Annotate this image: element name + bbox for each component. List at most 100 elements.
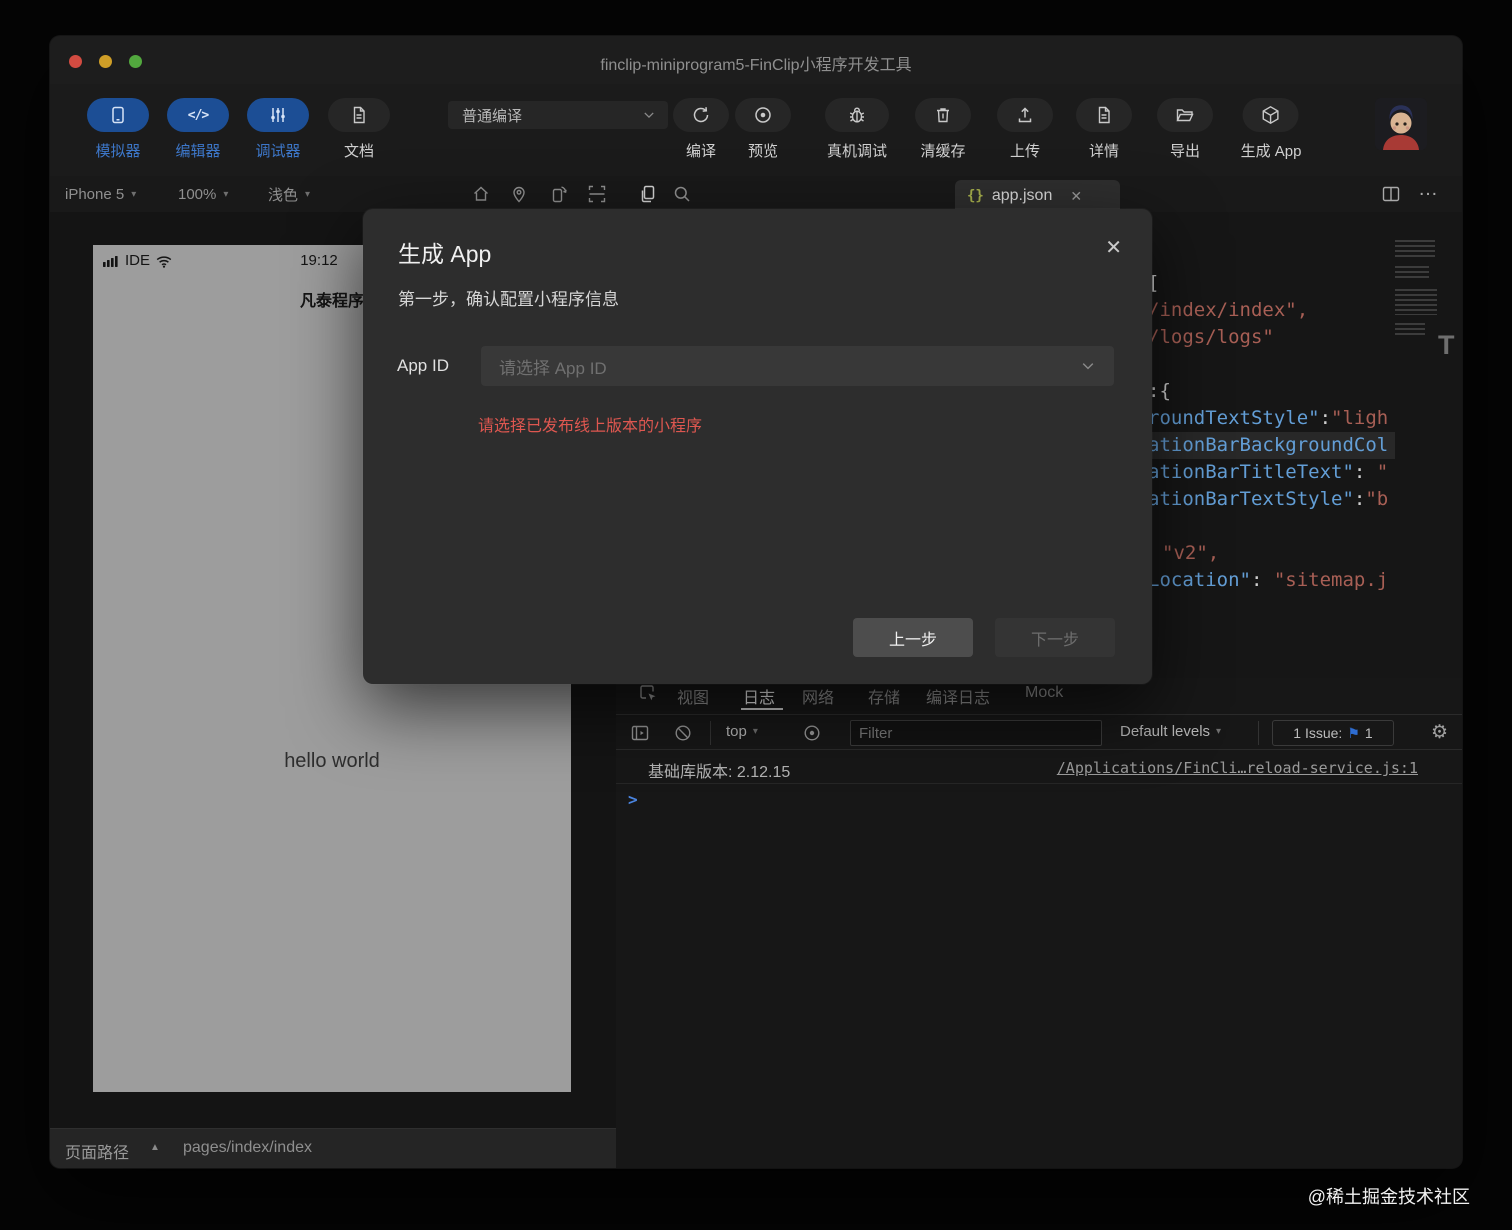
gear-icon[interactable]: ⚙	[1431, 721, 1448, 744]
remote-debug-button[interactable]: 真机调试	[825, 98, 889, 161]
export-button[interactable]: 导出	[1157, 98, 1213, 161]
theme-value: 浅色	[268, 184, 298, 205]
code-text: ationBarBackgroundCol	[1148, 434, 1388, 456]
code-text: ationBarTitleText"	[1148, 461, 1354, 483]
console-tab-network[interactable]: 网络	[802, 684, 834, 708]
preview-button[interactable]: 预览	[735, 98, 791, 161]
caret-down-icon: ▾	[753, 726, 758, 737]
build-app-button[interactable]: 生成 App	[1241, 98, 1302, 161]
caret-up-icon[interactable]: ▲	[150, 1142, 160, 1153]
console-panel: 视图 日志 网络 存储 编译日志 Mock top ▾	[616, 678, 1462, 1168]
copy-pages-icon[interactable]	[638, 184, 658, 204]
log-message: 基础库版本: 2.12.15	[648, 758, 790, 782]
inspect-element-icon[interactable]	[638, 683, 658, 703]
divider	[710, 721, 711, 745]
user-avatar[interactable]	[1375, 98, 1427, 150]
code-text: :	[1251, 569, 1274, 591]
console-tab-log[interactable]: 日志	[743, 684, 775, 708]
details-button[interactable]: 详情	[1076, 98, 1132, 161]
context-value: top	[726, 723, 747, 740]
modal-title: 生成 App	[398, 235, 491, 269]
export-label: 导出	[1170, 140, 1200, 161]
screen: finclip-miniprogram5-FinClip小程序开发工具 模拟器 …	[0, 0, 1512, 1230]
issue-count: 1	[1365, 725, 1373, 741]
console-tab-storage[interactable]: 存储	[868, 684, 900, 708]
debugger-label: 调试器	[255, 140, 300, 161]
clear-cache-button[interactable]: 清缓存	[915, 98, 971, 161]
debugger-button[interactable]: 调试器	[247, 98, 309, 161]
page-path-value: pages/index/index	[183, 1139, 312, 1157]
home-icon[interactable]	[471, 184, 491, 204]
clear-console-icon[interactable]	[673, 723, 693, 743]
console-prompt-chevron[interactable]: >	[628, 790, 638, 809]
code-line: ationBarTextStyle":"b	[1148, 486, 1388, 513]
upload-icon	[1015, 105, 1035, 125]
log-levels-select[interactable]: Default levels ▾	[1120, 723, 1221, 740]
page-path-bar: 页面路径 ▲ pages/index/index	[50, 1128, 616, 1168]
more-icon[interactable]: …	[1418, 178, 1438, 198]
zoom-select[interactable]: 100% ▾	[178, 176, 228, 212]
eye-icon[interactable]	[802, 723, 822, 743]
minimap[interactable]	[1395, 240, 1439, 335]
minimap-overlay-char: T	[1438, 330, 1455, 361]
tab-close-icon[interactable]: ✕	[1070, 188, 1082, 205]
simulator-label: 模拟器	[95, 140, 140, 161]
remote-debug-label: 真机调试	[827, 140, 887, 161]
upload-label: 上传	[1010, 140, 1040, 161]
panel-toggle-icon[interactable]	[630, 723, 650, 743]
context-select[interactable]: top ▾	[726, 723, 758, 740]
scan-frame-icon[interactable]	[587, 184, 607, 204]
issue-label: 1 Issue:	[1293, 725, 1342, 741]
split-view-icon[interactable]	[1381, 184, 1401, 204]
active-tab-underline	[741, 708, 783, 710]
refresh-icon	[691, 105, 711, 125]
docs-button[interactable]: 文档	[328, 98, 390, 161]
next-step-button[interactable]: 下一步	[995, 618, 1115, 657]
theme-select[interactable]: 浅色 ▾	[268, 176, 310, 212]
code-text: :	[1320, 407, 1331, 429]
generate-app-modal: 生成 App ✕ 第一步，确认配置小程序信息 App ID 请选择 App ID…	[363, 209, 1152, 684]
search-icon[interactable]	[672, 184, 692, 204]
code-text: ationBarTextStyle"	[1148, 488, 1354, 510]
compile-button[interactable]: 编译	[673, 98, 729, 161]
location-pin-icon[interactable]	[509, 184, 529, 204]
code-line: ationBarBackgroundCol	[1148, 432, 1388, 459]
caret-down-icon: ▾	[305, 189, 310, 200]
build-app-label: 生成 App	[1241, 140, 1302, 161]
chevron-down-icon	[1080, 358, 1096, 374]
code-text: "sitemap.j	[1274, 569, 1388, 591]
sliders-icon	[268, 105, 288, 125]
console-tab-mock[interactable]: Mock	[1025, 684, 1063, 702]
upload-button[interactable]: 上传	[997, 98, 1053, 161]
rotate-device-icon[interactable]	[549, 184, 569, 204]
preview-target-icon	[753, 105, 773, 125]
page-path-label: 页面路径	[65, 1139, 129, 1163]
compile-label: 编译	[686, 140, 716, 161]
control-strip: iPhone 5 ▾ 100% ▾ 浅色 ▾	[50, 176, 1462, 212]
console-tab-compile-log[interactable]: 编译日志	[926, 684, 990, 708]
log-source-link[interactable]: /Applications/FinCli…reload-service.js:1	[1057, 759, 1418, 777]
window-title: finclip-miniprogram5-FinClip小程序开发工具	[50, 51, 1462, 75]
appid-error-message: 请选择已发布线上版本的小程序	[478, 412, 702, 436]
compile-mode-select[interactable]: 普通编译	[448, 101, 668, 129]
console-tab-view[interactable]: 视图	[677, 684, 709, 708]
avatar-image	[1375, 98, 1427, 150]
caret-down-icon: ▾	[1216, 726, 1221, 737]
appid-label: App ID	[397, 356, 449, 376]
editor-button[interactable]: </> 编辑器	[167, 98, 229, 161]
device-value: iPhone 5	[65, 186, 124, 203]
appid-placeholder: 请选择 App ID	[499, 354, 1080, 379]
code-line: ationBarTitleText": "	[1148, 459, 1388, 486]
tab-app-json[interactable]: {} app.json ✕	[955, 180, 1120, 212]
issues-counter[interactable]: 1 Issue: ⚑ 1	[1272, 720, 1394, 746]
code-text: roundTextStyle"	[1148, 407, 1320, 429]
device-select[interactable]: iPhone 5 ▾	[65, 176, 136, 212]
compile-mode-value: 普通编译	[462, 105, 522, 126]
modal-close-icon[interactable]: ✕	[1105, 235, 1122, 260]
flag-icon: ⚑	[1347, 725, 1360, 742]
simulator-button[interactable]: 模拟器	[87, 98, 149, 161]
appid-select[interactable]: 请选择 App ID	[481, 346, 1114, 386]
prev-step-button[interactable]: 上一步	[853, 618, 973, 657]
code-line: "v2",	[1148, 540, 1219, 567]
filter-input[interactable]	[850, 720, 1102, 746]
